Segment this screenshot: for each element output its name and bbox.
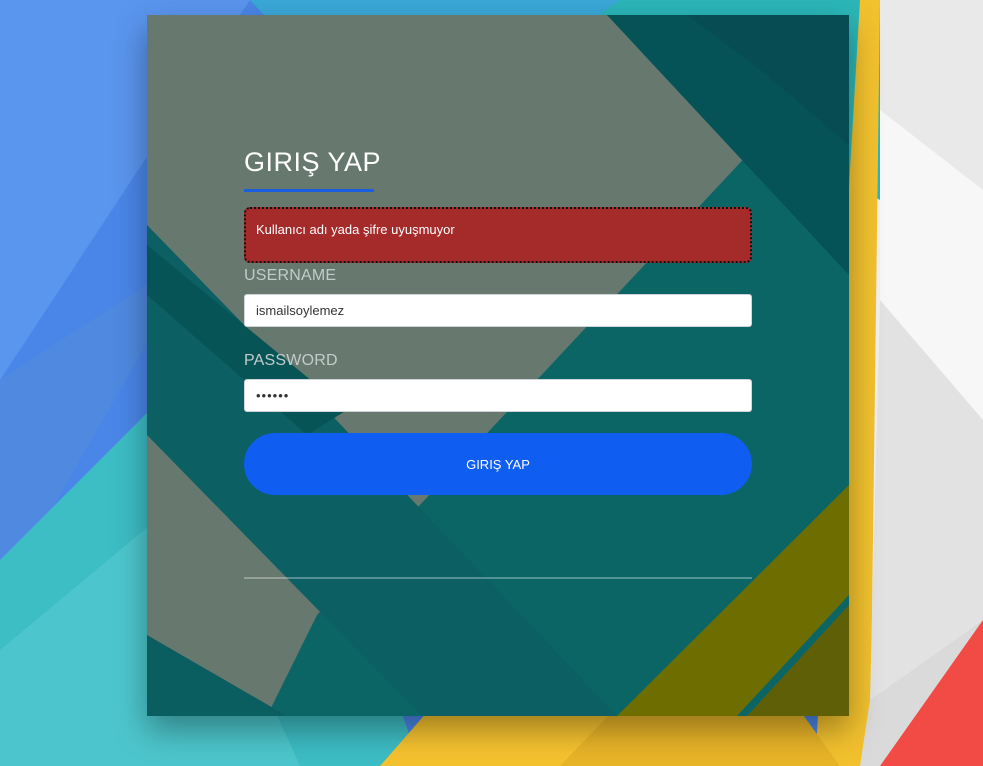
password-input[interactable] [244,379,752,412]
username-input[interactable] [244,294,752,327]
form-divider [244,577,752,579]
login-button[interactable]: GIRIŞ YAP [244,433,752,495]
page-title: GIRIŞ YAP [244,147,382,177]
error-alert: Kullanıcı adı yada şifre uyuşmuyor [244,207,752,263]
error-message: Kullanıcı adı yada şifre uyuşmuyor [256,222,455,237]
title-underline [244,189,374,192]
password-label: PASSWORD [244,352,338,369]
login-page: { "login": { "title": "GIRIŞ YAP", "erro… [0,0,983,766]
login-card: GIRIŞ YAP Kullanıcı adı yada şifre uyuşm… [147,15,849,716]
username-label: USERNAME [244,267,337,284]
login-form: GIRIŞ YAP Kullanıcı adı yada şifre uyuşm… [244,15,752,716]
